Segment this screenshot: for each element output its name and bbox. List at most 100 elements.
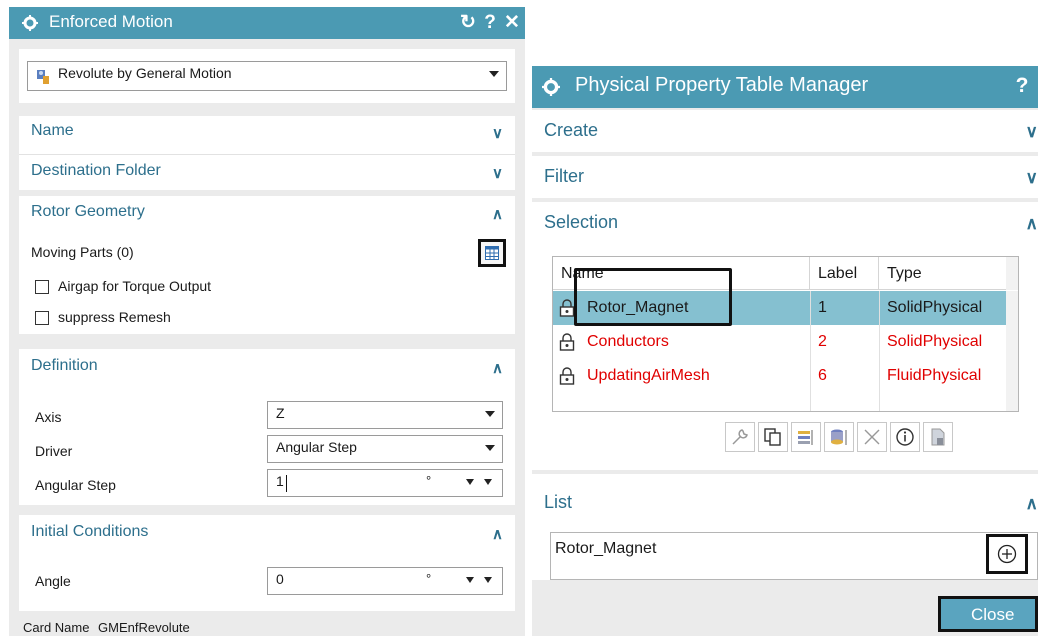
revolute-icon — [37, 70, 49, 84]
chevron-down-icon — [489, 71, 499, 77]
row-type: SolidPhysical — [887, 333, 983, 350]
database-icon — [831, 429, 847, 445]
text-cursor — [286, 475, 287, 492]
name-section-header[interactable]: Name ∨ — [19, 116, 515, 148]
degree-unit: ° — [426, 571, 432, 586]
row-label: 1 — [818, 299, 827, 316]
database-button[interactable] — [824, 422, 854, 452]
delete-button[interactable] — [857, 422, 887, 452]
divider — [19, 154, 515, 155]
filter-section-header[interactable]: Filter ∨ — [532, 160, 1038, 192]
row-label: 6 — [818, 367, 827, 384]
card-name-label: Card Name — [23, 620, 90, 635]
chevron-down-icon[interactable] — [484, 577, 492, 583]
chevron-down-icon: ∨ — [1025, 168, 1038, 187]
divider — [19, 190, 515, 196]
axis-dropdown[interactable]: Z — [267, 401, 503, 429]
info-button[interactable] — [890, 422, 920, 452]
row-type: SolidPhysical — [887, 299, 983, 316]
rotor-geometry-section-header[interactable]: Rotor Geometry ∧ — [19, 197, 515, 229]
report-button[interactable] — [923, 422, 953, 452]
physical-property-table-manager-dialog: Physical Property Table Manager ? Create… — [532, 66, 1038, 636]
modify-button[interactable] — [791, 422, 821, 452]
wrench-icon — [732, 429, 748, 445]
close-icon[interactable]: ✕ — [501, 9, 523, 37]
initial-conditions-title: Initial Conditions — [31, 523, 149, 540]
destination-folder-title: Destination Folder — [31, 162, 161, 179]
selection-section-header[interactable]: Selection ∧ — [532, 206, 1038, 238]
chevron-up-icon: ∧ — [492, 360, 503, 377]
initial-conditions-panel: Initial Conditions ∧ Angle 0 ° — [19, 515, 515, 611]
reset-button[interactable]: ↻ — [457, 9, 479, 37]
close-button[interactable]: Close — [938, 596, 1038, 632]
definition-section-header[interactable]: Definition ∧ — [19, 349, 515, 381]
lock-icon — [559, 367, 575, 385]
lock-icon — [559, 299, 575, 317]
copy-icon — [764, 428, 781, 446]
selection-title: Selection — [544, 212, 619, 232]
header-filler — [1006, 257, 1018, 290]
initial-conditions-section-header[interactable]: Initial Conditions ∧ — [19, 515, 515, 547]
type-selector[interactable]: Revolute by General Motion — [27, 61, 507, 91]
help-button[interactable]: ? — [1011, 72, 1033, 100]
type-selector-value: Revolute by General Motion — [58, 65, 232, 81]
select-parts-button[interactable] — [478, 239, 506, 267]
table-icon — [485, 246, 499, 260]
table-row[interactable]: UpdatingAirMesh 6 FluidPhysical — [553, 359, 1018, 393]
enforced-motion-titlebar: Enforced Motion ↻ ? ✕ — [9, 7, 525, 39]
driver-label: Driver — [35, 443, 73, 459]
angle-label: Angle — [35, 573, 71, 589]
type-panel: Revolute by General Motion — [19, 49, 515, 103]
list-box[interactable]: Rotor_Magnet — [550, 532, 1038, 580]
add-button[interactable] — [986, 534, 1028, 574]
table-row[interactable]: Conductors 2 SolidPhysical — [553, 325, 1018, 359]
column-divider — [879, 291, 880, 411]
close-icon — [864, 429, 880, 445]
airgap-checkbox[interactable] — [35, 280, 49, 294]
close-button-label: Close — [971, 605, 1015, 624]
table-edit-icon — [798, 430, 813, 445]
create-title: Create — [544, 120, 599, 140]
create-panel: Create ∨ — [532, 110, 1038, 152]
create-section-header[interactable]: Create ∨ — [532, 114, 1038, 146]
chevron-down-icon — [485, 411, 495, 417]
suppress-remesh-label: suppress Remesh — [58, 309, 171, 325]
column-header-type[interactable]: Type — [879, 257, 1018, 290]
moving-parts-label: Moving Parts (0) — [31, 244, 134, 260]
destination-folder-section-header[interactable]: Destination Folder ∨ — [19, 156, 515, 188]
plus-circle-icon — [997, 544, 1017, 564]
dialog-title: Enforced Motion — [49, 12, 173, 31]
chevron-up-icon: ∧ — [1025, 494, 1038, 513]
angular-step-label: Angular Step — [35, 477, 116, 493]
name-section-title: Name — [31, 122, 74, 139]
airgap-label: Airgap for Torque Output — [58, 278, 212, 294]
list-title: List — [544, 492, 573, 512]
unit-dropdown-icon[interactable] — [466, 577, 474, 583]
card-name-value: GMEnfRevolute — [98, 620, 190, 635]
annotation-highlight — [574, 268, 732, 326]
driver-dropdown[interactable]: Angular Step — [267, 435, 503, 463]
filter-panel: Filter ∨ — [532, 156, 1038, 198]
angle-input[interactable]: 0 ° — [267, 567, 503, 595]
suppress-remesh-checkbox[interactable] — [35, 311, 49, 325]
chevron-down-icon[interactable] — [484, 479, 492, 485]
help-button[interactable]: ? — [479, 9, 501, 37]
angle-value: 0 — [276, 571, 284, 587]
chevron-down-icon: ∨ — [1025, 122, 1038, 141]
chevron-up-icon: ∧ — [492, 526, 503, 543]
chevron-up-icon: ∧ — [492, 206, 503, 223]
ptm-titlebar: Physical Property Table Manager ? — [532, 66, 1038, 108]
list-section-header[interactable]: List ∧ — [532, 486, 1038, 518]
driver-value: Angular Step — [276, 439, 357, 455]
column-header-label[interactable]: Label — [810, 257, 879, 290]
copy-button[interactable] — [758, 422, 788, 452]
unit-dropdown-icon[interactable] — [466, 479, 474, 485]
angular-step-input[interactable]: 1 ° — [267, 469, 503, 497]
column-divider — [810, 291, 811, 411]
edit-button[interactable] — [725, 422, 755, 452]
axis-label: Axis — [35, 409, 62, 425]
list-panel: List ∧ Rotor_Magnet — [532, 474, 1038, 580]
scrollbar-track[interactable] — [1006, 291, 1018, 411]
list-item: Rotor_Magnet — [555, 540, 657, 557]
row-name: UpdatingAirMesh — [587, 367, 710, 384]
